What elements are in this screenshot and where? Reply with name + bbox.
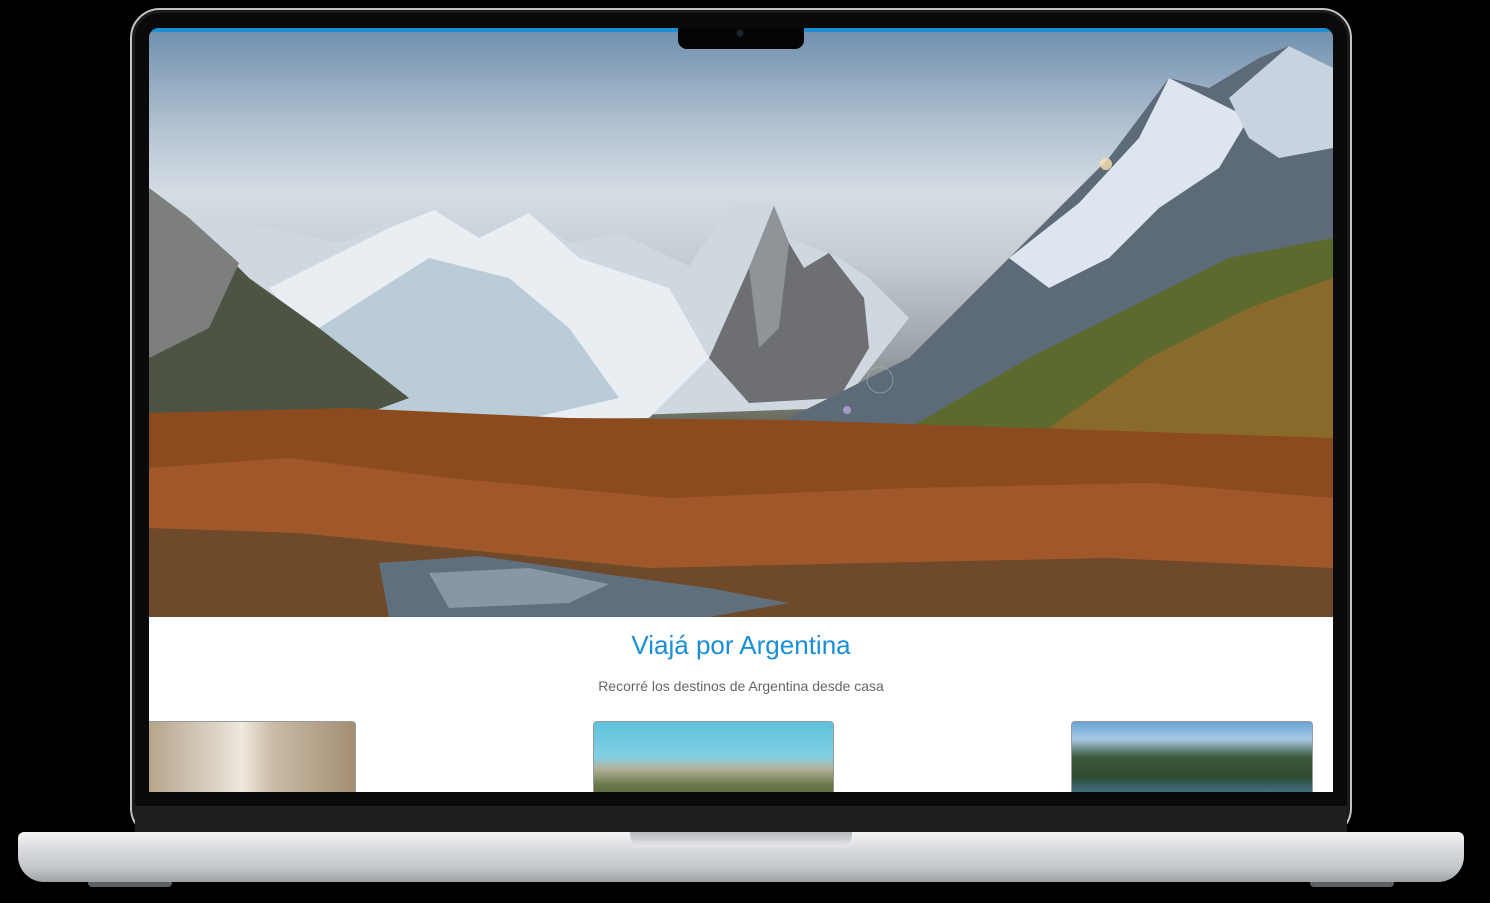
destination-card-lake[interactable] [1071,721,1313,792]
laptop-base [18,832,1464,882]
laptop-foot-right [1310,882,1394,887]
page-title: Viajá por Argentina [631,630,851,660]
destination-card-cactus[interactable] [149,721,356,792]
camera-icon [737,30,743,36]
page-subtitle: Recorré los destinos de Argentina desde … [598,678,884,694]
mountain-landscape-graphic [149,46,1333,617]
browser-viewport: Viajá por Argentina Recorré los destinos… [149,28,1333,792]
hero-image [149,28,1333,617]
laptop-chin [135,806,1347,832]
laptop-foot-left [88,882,172,887]
destination-card-mountains[interactable] [593,721,834,792]
screen-notch [678,28,804,49]
laptop-opening-groove [630,832,852,847]
